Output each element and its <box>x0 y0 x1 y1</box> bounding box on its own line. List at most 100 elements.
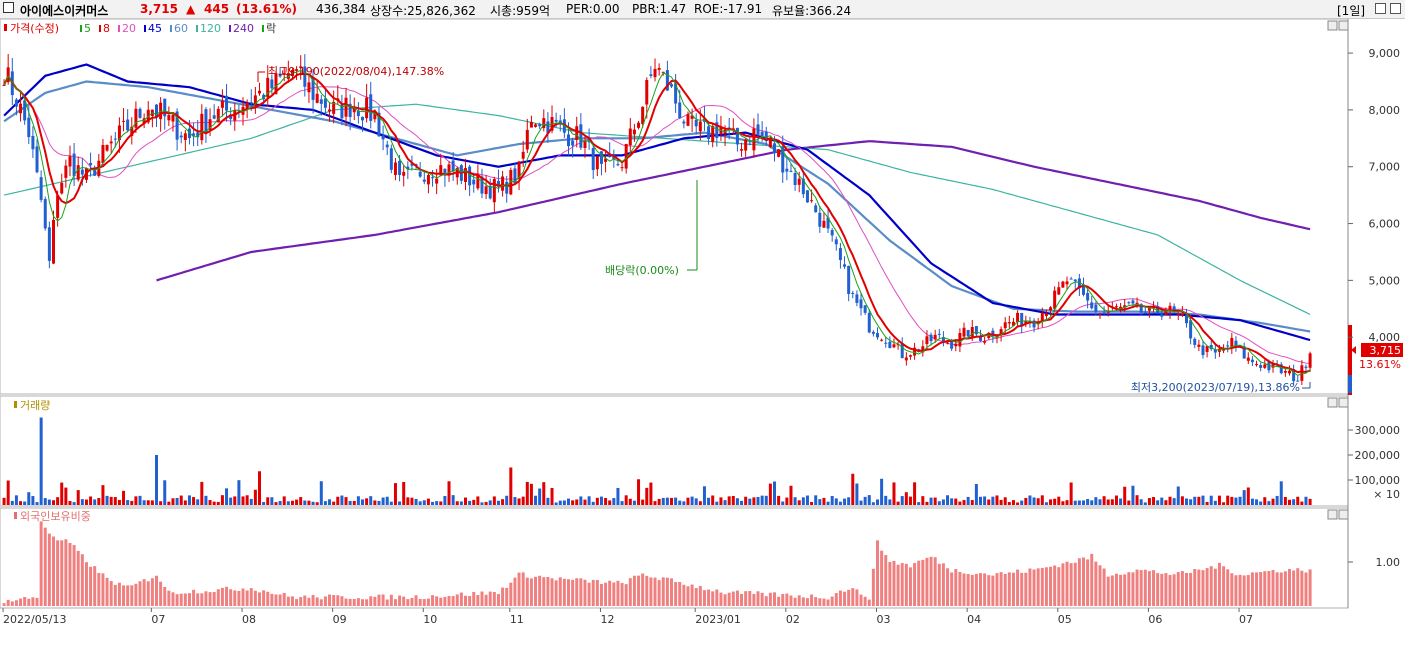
volume-bar <box>1209 495 1213 505</box>
foreign-ratio-bar <box>468 596 472 606</box>
candle-body <box>838 248 842 261</box>
foreign-ratio-bar <box>1180 571 1184 606</box>
volume-bar <box>929 497 933 505</box>
foreign-ratio-bar <box>542 577 546 606</box>
pbr-value: PBR:1.47 <box>632 2 687 16</box>
foreign-tick-label: 1.00 <box>1376 556 1401 569</box>
candle-body <box>884 342 888 344</box>
close-icon[interactable] <box>1390 3 1401 14</box>
panel-maximize-icon[interactable] <box>1338 20 1349 31</box>
foreign-ratio-bar <box>1172 574 1176 606</box>
volume-bar <box>1127 500 1131 505</box>
foreign-ratio-bar <box>756 591 760 606</box>
candle-body <box>1255 364 1259 366</box>
panel-maximize-icon[interactable] <box>1338 509 1349 520</box>
volume-bar <box>138 495 142 505</box>
foreign-ratio-bar <box>356 598 360 606</box>
foreign-legend-title: 외국인보유비중 <box>20 510 91 523</box>
candle-body <box>1143 312 1147 314</box>
volume-bar <box>876 499 879 505</box>
current-price-label: 3,715 <box>1370 344 1402 357</box>
trade-volume: 436,384 <box>316 2 366 16</box>
panel-minimize-icon[interactable] <box>1327 397 1338 408</box>
candle-body <box>653 68 657 78</box>
foreign-ratio-bar <box>381 594 385 606</box>
volume-bar <box>740 500 744 505</box>
volume-bar <box>225 488 229 505</box>
volume-bar <box>369 496 373 505</box>
foreign-ratio-bar <box>1275 572 1279 606</box>
volume-bar <box>789 485 793 505</box>
candle-body <box>880 339 884 341</box>
candle-body <box>871 331 875 334</box>
foreign-ratio-bar <box>299 597 303 606</box>
foreign-ratio-bar <box>89 566 93 606</box>
foreign-ratio-bar <box>637 575 641 606</box>
foreign-ratio-bar <box>1102 568 1106 606</box>
price-panel-bg <box>0 19 1349 395</box>
volume-bar <box>670 497 673 505</box>
volume-bar <box>1114 495 1118 505</box>
panel-minimize-icon[interactable] <box>1327 20 1338 31</box>
foreign-ratio-bar <box>678 582 682 606</box>
foreign-ratio-bar <box>398 595 402 606</box>
foreign-ratio-bar <box>797 595 801 606</box>
roe-value: ROE:-17.91 <box>694 2 763 16</box>
foreign-ratio-bar <box>1119 574 1123 606</box>
foreign-ratio-bar <box>851 588 855 606</box>
foreign-ratio-bar <box>31 597 35 606</box>
foreign-ratio-bar <box>130 585 134 606</box>
panel-minimize-icon[interactable] <box>1327 509 1338 520</box>
volume-bar <box>1139 499 1143 505</box>
volume-bar <box>1213 500 1217 505</box>
foreign-ratio-bar <box>496 594 500 606</box>
foreign-ratio-bar <box>435 596 439 606</box>
foreign-ratio-bar <box>138 581 142 606</box>
foreign-ratio-bar <box>558 577 562 606</box>
candle-body <box>76 165 80 180</box>
foreign-ratio-bar <box>303 595 307 606</box>
volume-bar <box>43 498 47 505</box>
foreign-ratio-bar <box>962 573 966 606</box>
foreign-ratio-bar <box>60 540 64 606</box>
foreign-ratio-bar <box>340 596 344 606</box>
volume-bar <box>1222 502 1226 505</box>
volume-bar <box>56 497 60 505</box>
price-tick-label: 5,000 <box>1369 274 1401 287</box>
volume-bar <box>1131 485 1135 505</box>
volume-bar <box>464 497 467 505</box>
candle-body <box>179 135 183 138</box>
volume-bar <box>418 501 422 505</box>
candle-body <box>43 199 47 229</box>
candle-body <box>385 144 389 148</box>
volume-bar <box>1040 495 1044 505</box>
candle-body <box>183 133 187 140</box>
volume-bar <box>389 501 393 505</box>
volume-bar <box>1259 501 1263 505</box>
foreign-ratio-bar <box>373 596 377 606</box>
checkbox-icon[interactable] <box>3 2 14 13</box>
volume-bar <box>171 498 175 505</box>
candle-body <box>752 128 756 151</box>
period-button[interactable]: [1일] <box>1337 2 1365 19</box>
candle-body <box>698 121 702 132</box>
foreign-ratio-bar <box>1053 565 1057 606</box>
candle-body <box>521 151 525 159</box>
volume-bar <box>270 497 274 505</box>
ma-legend-label-20: 20 <box>122 22 136 35</box>
volume-bar <box>480 502 484 505</box>
low-annotation: 최저3,200(2023/07/19),13.86% <box>1131 381 1311 394</box>
candle-body <box>1308 353 1312 368</box>
stock-chart-svg[interactable]: 9,000 8,000 7,000 6,000 5,000 4,000 300,000 20… <box>0 19 1405 648</box>
volume-bar <box>410 497 414 505</box>
x-axis-label: 08 <box>242 613 256 626</box>
foreign-ratio-bar <box>126 585 130 606</box>
volume-bar <box>1271 498 1275 505</box>
volume-bar <box>632 500 636 505</box>
panel-maximize-icon[interactable] <box>1338 397 1349 408</box>
volume-bar <box>344 497 348 505</box>
price-bar-indicator-2 <box>1348 375 1352 393</box>
restore-icon[interactable] <box>1375 3 1386 14</box>
foreign-ratio-bar <box>525 577 529 606</box>
volume-bar <box>604 498 608 505</box>
